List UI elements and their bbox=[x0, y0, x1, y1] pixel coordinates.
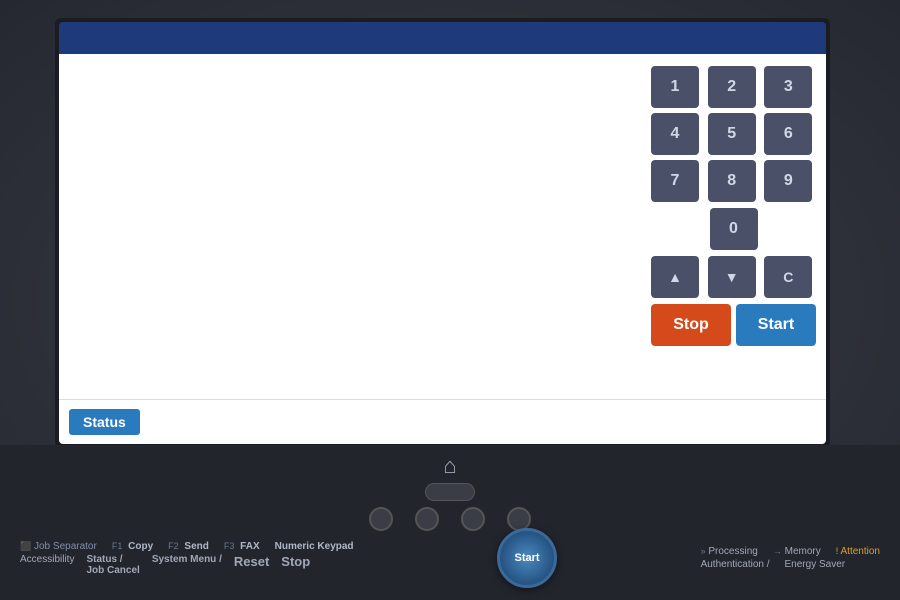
screen-bezel: 1 2 3 4 5 6 7 8 9 0 ▲ bbox=[55, 18, 830, 448]
key-down[interactable]: ▼ bbox=[708, 256, 756, 298]
screen: 1 2 3 4 5 6 7 8 9 0 ▲ bbox=[59, 22, 826, 444]
start-dial[interactable]: Start bbox=[497, 528, 557, 588]
key-6[interactable]: 6 bbox=[764, 113, 812, 155]
key-action-row: Stop Start bbox=[651, 304, 816, 346]
screen-start-button[interactable]: Start bbox=[736, 304, 816, 346]
processing-label: » Processing bbox=[701, 546, 758, 557]
memory-label: → Memory bbox=[773, 546, 821, 557]
key-8[interactable]: 8 bbox=[708, 160, 756, 202]
zero-wrapper: 0 bbox=[651, 208, 816, 250]
white-area bbox=[59, 54, 641, 399]
screen-top-bar bbox=[59, 22, 826, 54]
accessibility-label: Accessibility bbox=[20, 554, 74, 576]
key-nav-row: ▲ ▼ C bbox=[651, 256, 816, 298]
right-bottom-labels: Authentication / Energy Saver bbox=[701, 559, 880, 570]
key-2[interactable]: 2 bbox=[708, 66, 756, 108]
attention-label: ! Attention bbox=[836, 546, 880, 557]
f1-copy-label: F1 Copy bbox=[112, 541, 153, 552]
screen-content: 1 2 3 4 5 6 7 8 9 0 ▲ bbox=[59, 54, 826, 399]
home-icon[interactable]: ⌂ bbox=[443, 453, 456, 479]
key-up[interactable]: ▲ bbox=[651, 256, 699, 298]
bottom-left-top-row: ⬛ Job Separator F1 Copy F2 Send F3 FAX bbox=[20, 541, 354, 552]
device-body: 1 2 3 4 5 6 7 8 9 0 ▲ bbox=[0, 0, 900, 600]
reset-label: Reset bbox=[234, 554, 269, 576]
keypad-grid: 1 2 3 4 5 6 7 8 9 bbox=[651, 66, 816, 202]
right-labels-group: » Processing → Memory ! Attention bbox=[701, 546, 880, 570]
screen-stop-button[interactable]: Stop bbox=[651, 304, 731, 346]
system-menu-label: System Menu / bbox=[152, 554, 222, 576]
status-badge[interactable]: Status bbox=[69, 409, 140, 435]
home-icon-container: ⌂ bbox=[425, 453, 475, 501]
bottom-controls: ⬛ Job Separator F1 Copy F2 Send F3 FAX bbox=[0, 524, 900, 592]
right-top-labels: » Processing → Memory ! Attention bbox=[701, 546, 880, 557]
key-clear[interactable]: C bbox=[764, 256, 812, 298]
f3-fax-label: F3 FAX bbox=[224, 541, 260, 552]
key-1[interactable]: 1 bbox=[651, 66, 699, 108]
f2-send-label: F2 Send bbox=[168, 541, 209, 552]
bottom-left-bottom-row: Accessibility Status /Job Cancel System … bbox=[20, 554, 354, 576]
key-9[interactable]: 9 bbox=[764, 160, 812, 202]
bottom-panel: ⌂ ⬛ Job Separator F1 bbox=[0, 445, 900, 600]
bottom-right-labels: » Processing → Memory ! Attention bbox=[701, 546, 880, 570]
key-4[interactable]: 4 bbox=[651, 113, 699, 155]
status-job-cancel-label: Status /Job Cancel bbox=[86, 554, 139, 576]
job-separator-label: ⬛ Job Separator bbox=[20, 541, 97, 552]
key-3[interactable]: 3 bbox=[764, 66, 812, 108]
bottom-left-labels: ⬛ Job Separator F1 Copy F2 Send F3 FAX bbox=[20, 541, 354, 576]
screen-status-bar: Status bbox=[59, 399, 826, 444]
key-5[interactable]: 5 bbox=[708, 113, 756, 155]
energy-saver-label: Energy Saver bbox=[785, 559, 846, 570]
bottom-stop-label: Stop bbox=[281, 554, 310, 576]
home-row: ⌂ bbox=[0, 445, 900, 505]
bottom-center: Start bbox=[497, 528, 557, 588]
home-button-physical[interactable] bbox=[425, 483, 475, 501]
authentication-label: Authentication / bbox=[701, 559, 770, 570]
numeric-keypad-label: Numeric Keypad bbox=[275, 541, 354, 552]
key-7[interactable]: 7 bbox=[651, 160, 699, 202]
keypad-area: 1 2 3 4 5 6 7 8 9 0 ▲ bbox=[641, 54, 826, 399]
key-0[interactable]: 0 bbox=[710, 208, 758, 250]
